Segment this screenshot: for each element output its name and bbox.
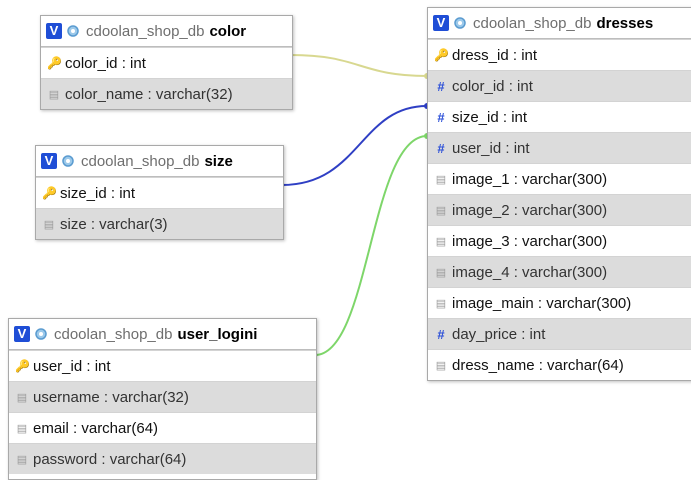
text-field-icon: ▤	[435, 173, 447, 186]
table-user-login[interactable]: V cdoolan_shop_db user_logini 🔑 user_id …	[8, 318, 317, 480]
table-name: user_logini	[177, 325, 258, 343]
text-field-icon: ▤	[16, 391, 28, 404]
column-label: email : varchar(64)	[33, 419, 159, 437]
column-label: color_id : int	[65, 54, 146, 72]
gear-icon[interactable]	[61, 154, 75, 168]
column-label: dress_id : int	[452, 46, 538, 64]
column-label: color_name : varchar(32)	[65, 85, 233, 103]
column-label: image_4 : varchar(300)	[452, 263, 608, 281]
text-field-icon: ▤	[48, 88, 60, 101]
text-field-icon: ▤	[43, 218, 55, 231]
table-name: color	[209, 22, 247, 40]
table-color[interactable]: V cdoolan_shop_db color 🔑 color_id : int…	[40, 15, 293, 110]
column-row[interactable]: 🔑 size_id : int	[36, 177, 283, 208]
column-row[interactable]: ▤ image_main : varchar(300)	[428, 287, 691, 318]
text-field-icon: ▤	[435, 204, 447, 217]
view-toggle-button[interactable]: V	[433, 15, 449, 31]
database-name: cdoolan_shop_db	[473, 14, 592, 32]
column-label: username : varchar(32)	[33, 388, 189, 406]
relation-user-link	[314, 135, 428, 356]
view-toggle-button[interactable]: V	[14, 326, 30, 342]
column-label: size_id : int	[452, 108, 528, 126]
text-field-icon: ▤	[435, 297, 447, 310]
column-row[interactable]: 🔑 dress_id : int	[428, 39, 691, 70]
key-icon: 🔑	[434, 48, 449, 62]
view-toggle-button[interactable]: V	[41, 153, 57, 169]
column-label: dress_name : varchar(64)	[452, 356, 624, 374]
gear-icon[interactable]	[66, 24, 80, 38]
relation-size-link	[281, 105, 428, 186]
view-toggle-button[interactable]: V	[46, 23, 62, 39]
database-name: cdoolan_shop_db	[86, 22, 205, 40]
column-row[interactable]: 🔑 user_id : int	[9, 350, 316, 381]
column-row[interactable]: # user_id : int	[428, 132, 691, 163]
key-icon: 🔑	[15, 359, 30, 373]
gear-icon[interactable]	[34, 327, 48, 341]
text-field-icon: ▤	[16, 422, 28, 435]
column-row[interactable]: ▤ color_name : varchar(32)	[41, 78, 292, 109]
column-label: user_id : int	[452, 139, 530, 157]
column-row[interactable]: # color_id : int	[428, 70, 691, 101]
column-row[interactable]: ▤ dress_name : varchar(64)	[428, 349, 691, 380]
column-row[interactable]: 🔑 color_id : int	[41, 47, 292, 78]
column-label: user_id : int	[33, 357, 111, 375]
column-label: image_2 : varchar(300)	[452, 201, 608, 219]
column-label: image_3 : varchar(300)	[452, 232, 608, 250]
column-row[interactable]: ▤ size : varchar(3)	[36, 208, 283, 239]
column-label: size : varchar(3)	[60, 215, 168, 233]
key-icon: 🔑	[47, 56, 62, 70]
relation-color-link	[290, 54, 428, 77]
text-field-icon: ▤	[435, 235, 447, 248]
column-row[interactable]: ▤ image_2 : varchar(300)	[428, 194, 691, 225]
hash-icon: #	[437, 78, 445, 94]
table-name: size	[204, 152, 233, 170]
column-label: image_main : varchar(300)	[452, 294, 632, 312]
column-label: day_price : int	[452, 325, 546, 343]
table-size[interactable]: V cdoolan_shop_db size 🔑 size_id : int ▤…	[35, 145, 284, 240]
database-name: cdoolan_shop_db	[81, 152, 200, 170]
column-label: image_1 : varchar(300)	[452, 170, 608, 188]
database-name: cdoolan_shop_db	[54, 325, 173, 343]
column-label: color_id : int	[452, 77, 533, 95]
column-label: size_id : int	[60, 184, 136, 202]
hash-icon: #	[437, 326, 445, 342]
text-field-icon: ▤	[435, 359, 447, 372]
key-icon: 🔑	[42, 186, 57, 200]
table-dresses[interactable]: V cdoolan_shop_db dresses 🔑 dress_id : i…	[427, 7, 691, 381]
table-header[interactable]: V cdoolan_shop_db color	[41, 16, 292, 47]
table-header[interactable]: V cdoolan_shop_db size	[36, 146, 283, 177]
column-row[interactable]: ▤ email : varchar(64)	[9, 412, 316, 443]
table-header[interactable]: V cdoolan_shop_db dresses	[428, 8, 691, 39]
column-row[interactable]: ▤ image_4 : varchar(300)	[428, 256, 691, 287]
column-row[interactable]: # size_id : int	[428, 101, 691, 132]
gear-icon[interactable]	[453, 16, 467, 30]
column-row[interactable]: ▤ password : varchar(64)	[9, 443, 316, 474]
column-row[interactable]: # day_price : int	[428, 318, 691, 349]
column-row[interactable]: ▤ image_3 : varchar(300)	[428, 225, 691, 256]
table-name: dresses	[596, 14, 654, 32]
hash-icon: #	[437, 140, 445, 156]
column-row[interactable]: ▤ image_1 : varchar(300)	[428, 163, 691, 194]
text-field-icon: ▤	[435, 266, 447, 279]
hash-icon: #	[437, 109, 445, 125]
column-row[interactable]: ▤ username : varchar(32)	[9, 381, 316, 412]
table-header[interactable]: V cdoolan_shop_db user_logini	[9, 319, 316, 350]
text-field-icon: ▤	[16, 453, 28, 466]
